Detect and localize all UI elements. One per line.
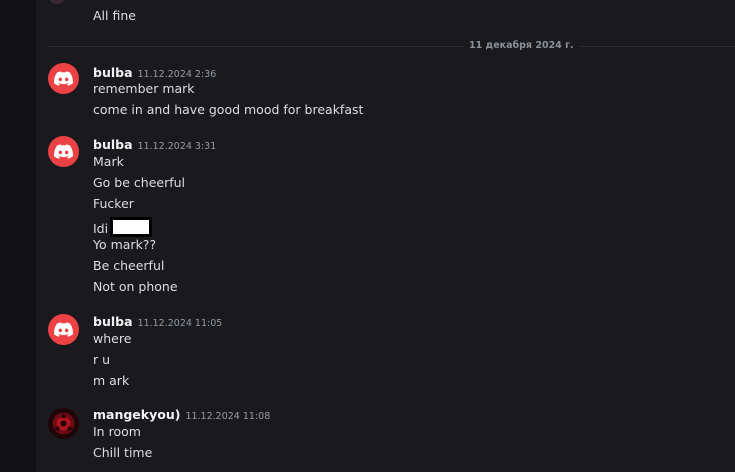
discord-chat-window: All fine 11 декабря 2024 г. bulba 11.12.2… bbox=[0, 0, 735, 472]
message-line-redacted: Idi bbox=[93, 217, 153, 237]
discord-logo-icon bbox=[54, 322, 73, 337]
redaction-box bbox=[110, 217, 153, 237]
message-header: bulba 11.12.2024 2:36 bbox=[93, 65, 216, 82]
previous-avatar[interactable] bbox=[48, 0, 66, 4]
user-avatar[interactable] bbox=[48, 136, 79, 167]
date-divider bbox=[48, 46, 735, 47]
message-line: m ark bbox=[93, 373, 130, 388]
timestamp[interactable]: 11.12.2024 3:31 bbox=[138, 141, 217, 152]
message-line: Go be cheerful bbox=[93, 175, 186, 190]
message-line: All fine bbox=[93, 8, 136, 23]
username[interactable]: bulba bbox=[93, 137, 133, 152]
timestamp[interactable]: 11.12.2024 2:36 bbox=[138, 69, 217, 80]
message-line: Mark bbox=[93, 154, 124, 169]
user-avatar[interactable] bbox=[48, 408, 79, 439]
message-header: bulba 11.12.2024 11:05 bbox=[93, 314, 222, 331]
message-line: Chill time bbox=[93, 445, 153, 460]
user-avatar[interactable] bbox=[48, 314, 79, 345]
timestamp[interactable]: 11.12.2024 11:08 bbox=[185, 411, 270, 422]
message-line: Not on phone bbox=[93, 279, 178, 294]
message-header: mangekyou) 11.12.2024 11:08 bbox=[93, 407, 270, 424]
discord-logo-icon bbox=[54, 71, 73, 86]
message-line: Be cheerful bbox=[93, 258, 165, 273]
discord-logo-icon bbox=[54, 144, 73, 159]
username[interactable]: mangekyou) bbox=[93, 407, 180, 422]
sharingan-avatar-icon bbox=[48, 408, 79, 439]
message-line: Fucker bbox=[93, 196, 134, 211]
message-line: r u bbox=[93, 352, 111, 367]
message-text: Idi bbox=[93, 221, 109, 236]
username[interactable]: bulba bbox=[93, 314, 133, 329]
message-header: bulba 11.12.2024 3:31 bbox=[93, 137, 216, 154]
message-line: Yo mark?? bbox=[93, 237, 157, 252]
message-line: where bbox=[93, 331, 132, 346]
message-line: come in and have good mood for breakfast bbox=[93, 102, 364, 117]
message-list[interactable]: All fine 11 декабря 2024 г. bulba 11.12.2… bbox=[36, 0, 735, 472]
username[interactable]: bulba bbox=[93, 65, 133, 80]
user-avatar[interactable] bbox=[48, 63, 79, 94]
channel-sidebar-edge bbox=[0, 0, 36, 472]
date-divider-label: 11 декабря 2024 г. bbox=[463, 40, 580, 52]
timestamp[interactable]: 11.12.2024 11:05 bbox=[138, 318, 223, 329]
message-line: In room bbox=[93, 424, 141, 439]
message-line: remember mark bbox=[93, 81, 195, 96]
